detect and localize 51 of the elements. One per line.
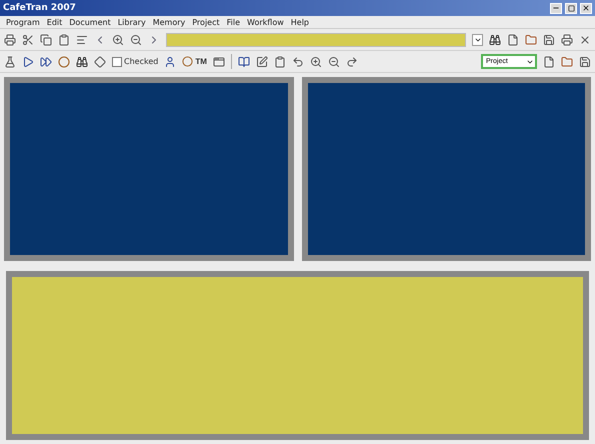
close-button[interactable]: [580, 2, 592, 14]
clipboard-icon[interactable]: [58, 34, 70, 46]
oval-icon[interactable]: [58, 56, 70, 68]
scissors-icon[interactable]: [22, 34, 34, 46]
menu-item[interactable]: Edit: [46, 18, 62, 26]
maximize-icon: [568, 4, 574, 12]
folder-icon[interactable]: [561, 56, 573, 68]
menu-item[interactable]: File: [226, 18, 240, 26]
save-icon[interactable]: [579, 56, 591, 68]
save-icon[interactable]: [543, 34, 555, 46]
printer-icon[interactable]: [4, 34, 16, 46]
checked-checkbox[interactable]: Checked: [112, 56, 158, 66]
file-icon[interactable]: [543, 56, 555, 68]
window-title: CafeTran 2007: [3, 3, 77, 13]
menu-item[interactable]: Help: [290, 18, 309, 26]
file-icon[interactable]: [507, 34, 519, 46]
binoculars-icon[interactable]: [489, 34, 501, 46]
flask-icon[interactable]: [4, 56, 16, 68]
redo-icon[interactable]: [346, 56, 358, 68]
list-icon[interactable]: [76, 34, 88, 46]
printer-icon[interactable]: [561, 34, 573, 46]
clipboard-icon[interactable]: [274, 56, 286, 68]
diamond-icon[interactable]: [94, 56, 106, 68]
zoom-in-icon[interactable]: [112, 34, 124, 46]
search-field[interactable]: [166, 32, 466, 46]
menu-item[interactable]: Memory: [152, 18, 186, 26]
undo-icon[interactable]: [292, 56, 304, 68]
menu-item[interactable]: Library: [118, 18, 146, 26]
person-icon[interactable]: [164, 56, 176, 68]
oval-icon: [182, 56, 194, 67]
menu-item[interactable]: Document: [69, 18, 111, 26]
close-icon: [582, 4, 590, 12]
play-icon[interactable]: [22, 56, 34, 68]
folder-icon[interactable]: [525, 34, 537, 46]
tm-button[interactable]: TM: [182, 56, 207, 67]
menu-item[interactable]: Project: [192, 18, 220, 26]
window-icon[interactable]: [212, 56, 225, 68]
menu-item[interactable]: Workflow: [247, 18, 284, 26]
zoom-out-icon[interactable]: [328, 56, 340, 68]
zoom-in-icon[interactable]: [310, 56, 322, 68]
zoom-out-icon[interactable]: [130, 34, 142, 46]
binoculars-icon[interactable]: [76, 56, 88, 68]
minimize-button[interactable]: [550, 2, 562, 14]
dropdown-button[interactable]: [472, 34, 483, 46]
close-icon[interactable]: [579, 34, 591, 46]
fast-forward-icon[interactable]: [40, 56, 52, 68]
book-icon[interactable]: [238, 56, 250, 68]
maximize-button[interactable]: [565, 2, 577, 14]
menu-item[interactable]: Program: [6, 18, 40, 26]
edit-icon[interactable]: [256, 56, 268, 68]
copy-icon[interactable]: [40, 34, 52, 46]
